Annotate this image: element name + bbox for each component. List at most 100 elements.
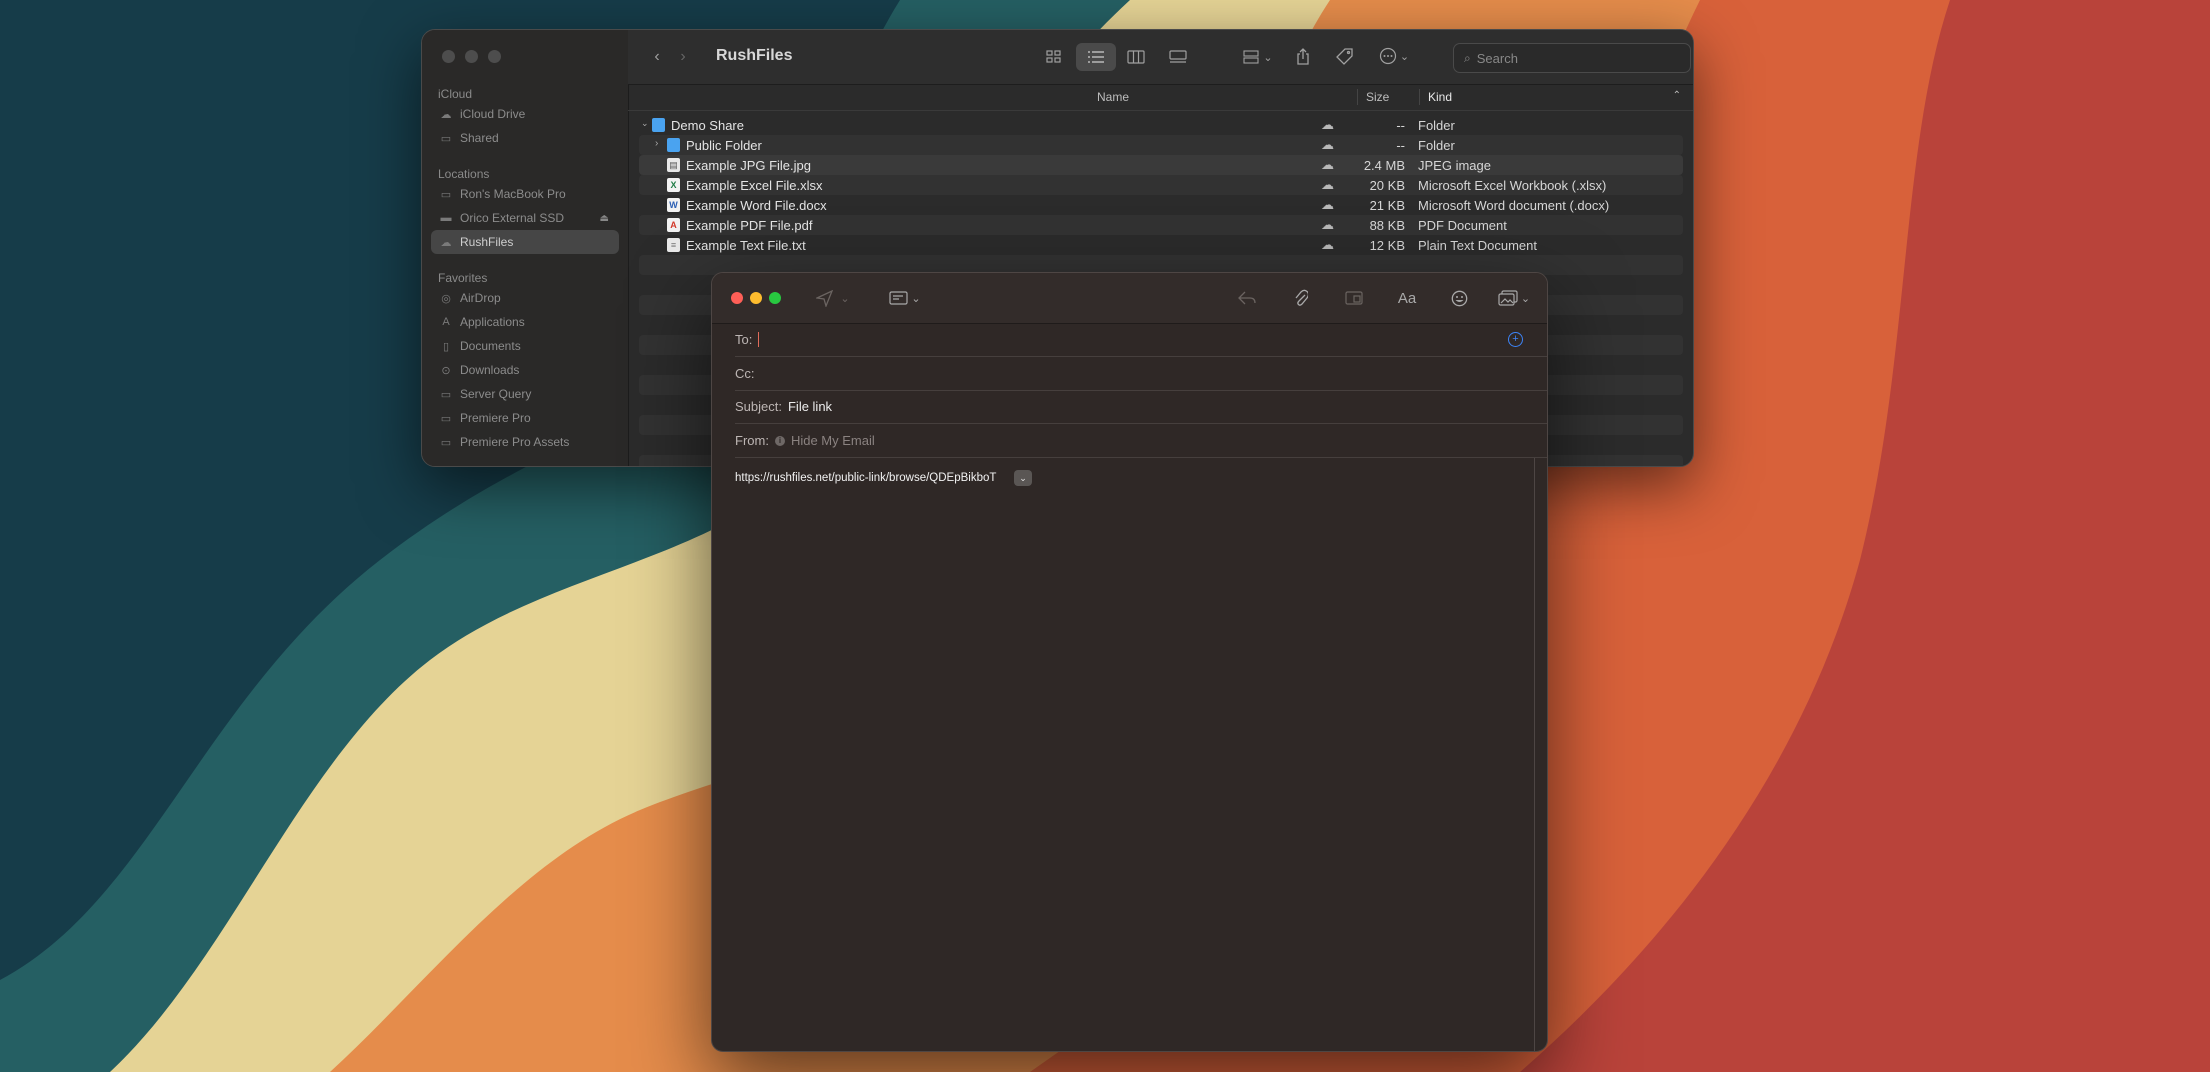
group-by-button[interactable]: ⌄ [1238,44,1278,70]
text-cursor [758,332,760,347]
minimize-button[interactable] [465,50,478,63]
file-row-demo-share[interactable]: ⌄ Demo Share ☁ -- Folder [639,115,1683,135]
search-field[interactable]: ⌕ Search [1453,43,1691,73]
body-link[interactable]: https://rushfiles.net/public-link/browse… [735,472,996,484]
sidebar-item-label: iCloud Drive [460,107,526,121]
cloud-download-icon[interactable]: ☁ [1321,137,1334,153]
sidebar-item-icloud-drive[interactable]: ☁ iCloud Drive [431,102,619,126]
zoom-button[interactable] [769,292,781,304]
eject-icon[interactable]: ⏏ [600,213,609,224]
cc-field[interactable]: Cc: [735,357,1547,391]
format-button[interactable]: Aa [1392,286,1422,310]
pdf-file-icon: A [667,218,680,232]
add-contact-icon[interactable]: + [1508,332,1523,347]
sidebar-item-server-query[interactable]: ▭ Server Query [431,382,619,406]
sidebar-item-premiere-pro[interactable]: ▭ Premiere Pro [431,406,619,430]
message-body[interactable]: https://rushfiles.net/public-link/browse… [712,458,1547,1051]
search-placeholder: Search [1476,50,1518,66]
file-kind: JPEG image [1418,158,1491,173]
cloud-download-icon[interactable]: ☁ [1321,157,1334,173]
word-file-icon: W [667,198,680,212]
gallery-view-button[interactable] [1162,44,1194,70]
reply-button[interactable] [1234,286,1260,310]
header-fields-button[interactable]: ⌄ [884,286,926,310]
attach-button[interactable] [1288,286,1314,310]
icon-view-button[interactable] [1038,44,1070,70]
sidebar-item-shared[interactable]: ▭ Shared [431,126,619,150]
file-row-public-folder[interactable]: › Public Folder ☁ -- Folder [639,135,1683,155]
chevron-down-icon: ⌄ [911,292,921,305]
sidebar-item-premiere-pro-assets[interactable]: ▭ Premiere Pro Assets [431,430,619,454]
zoom-button[interactable] [488,50,501,63]
photo-browser-button[interactable]: ⌄ [1494,286,1534,310]
disclosure-collapsed-icon[interactable]: › [655,138,658,149]
sidebar-item-airdrop[interactable]: ◎ AirDrop [431,286,619,310]
file-row-pdf[interactable]: A Example PDF File.pdf ☁ 88 KB PDF Docum… [639,215,1683,235]
hide-my-email-icon: i [774,435,785,446]
more-actions-button[interactable]: ⌄ [1374,43,1414,69]
cloud-download-icon[interactable]: ☁ [1321,237,1334,253]
file-kind: Folder [1418,118,1455,133]
window-title: RushFiles [716,47,793,64]
send-options-button[interactable]: ⌄ [838,286,852,310]
name-column-header[interactable]: Name [1097,90,1129,104]
back-button[interactable]: ‹ [646,44,668,70]
close-button[interactable] [731,292,743,304]
file-row-jpg[interactable]: ▤ Example JPG File.jpg ☁ 2.4 MB JPEG ima… [639,155,1683,175]
drive-icon: ▬ [440,212,452,224]
column-divider[interactable] [1357,89,1358,105]
sidebar-item-applications[interactable]: A Applications [431,310,619,334]
sidebar-item-orico-ssd[interactable]: ▬ Orico External SSD ⏏ [431,206,619,230]
size-column-header[interactable]: Size [1366,90,1389,104]
share-button[interactable] [1290,43,1316,69]
file-row-xlsx[interactable]: X Example Excel File.xlsx ☁ 20 KB Micros… [639,175,1683,195]
columns-icon [1127,50,1145,64]
chevron-down-icon[interactable]: ⌄ [1014,470,1032,486]
column-view-button[interactable] [1120,44,1152,70]
sidebar-item-macbook[interactable]: ▭ Ron's MacBook Pro [431,182,619,206]
column-divider[interactable] [1419,89,1420,105]
cloud-download-icon[interactable]: ☁ [1321,117,1334,133]
emoji-button[interactable] [1446,286,1472,310]
cloud-download-icon[interactable]: ☁ [1321,217,1334,233]
minimize-button[interactable] [750,292,762,304]
chevron-down-icon: ⌄ [1263,51,1273,64]
file-row-docx[interactable]: W Example Word File.docx ☁ 21 KB Microso… [639,195,1683,215]
close-button[interactable] [442,50,455,63]
sidebar-item-documents[interactable]: ▯ Documents [431,334,619,358]
cloud-download-icon[interactable]: ☁ [1321,197,1334,213]
subject-label: Subject: [735,399,782,414]
mail-toolbar: ⌄ ⌄ Aa ⌄ [712,273,1547,324]
sidebar-item-label: Ron's MacBook Pro [460,187,566,201]
from-field[interactable]: From: i Hide My Email [735,424,1547,458]
send-button[interactable] [813,286,835,310]
file-kind: PDF Document [1418,218,1507,233]
cloud-download-icon[interactable]: ☁ [1321,177,1334,193]
scrollbar-track[interactable] [1534,458,1535,1051]
file-row-txt[interactable]: ≡ Example Text File.txt ☁ 12 KB Plain Te… [639,235,1683,255]
laptop-icon: ▭ [440,188,452,201]
cloud-icon: ☁ [440,108,452,121]
folder-icon [652,118,665,132]
column-header: Name Size Kind ⌃ [628,84,1693,111]
list-view-button[interactable] [1076,43,1116,71]
kind-column-header[interactable]: Kind [1428,90,1452,104]
search-icon: ⌕ [1464,50,1471,65]
insert-button[interactable] [1341,286,1367,310]
forward-button[interactable]: › [672,44,694,70]
group-grid-icon [1243,50,1259,64]
file-name: Example PDF File.pdf [686,218,813,233]
to-field[interactable]: To: + [735,323,1547,357]
sidebar-item-label: Orico External SSD [460,211,565,225]
subject-field[interactable]: Subject: File link [735,390,1547,424]
disclosure-expanded-icon[interactable]: ⌄ [641,118,649,129]
file-name: Public Folder [686,138,762,153]
chevron-down-icon: ⌄ [840,292,850,305]
grid-icon [1046,50,1061,63]
download-icon: ⊙ [441,364,451,377]
tag-button[interactable] [1331,43,1357,69]
sidebar-item-rushfiles[interactable]: ☁ RushFiles [431,230,619,254]
folder-icon: ▭ [440,412,452,425]
sidebar-item-downloads[interactable]: ⊙ Downloads [431,358,619,382]
window-insert-icon [1345,291,1363,305]
